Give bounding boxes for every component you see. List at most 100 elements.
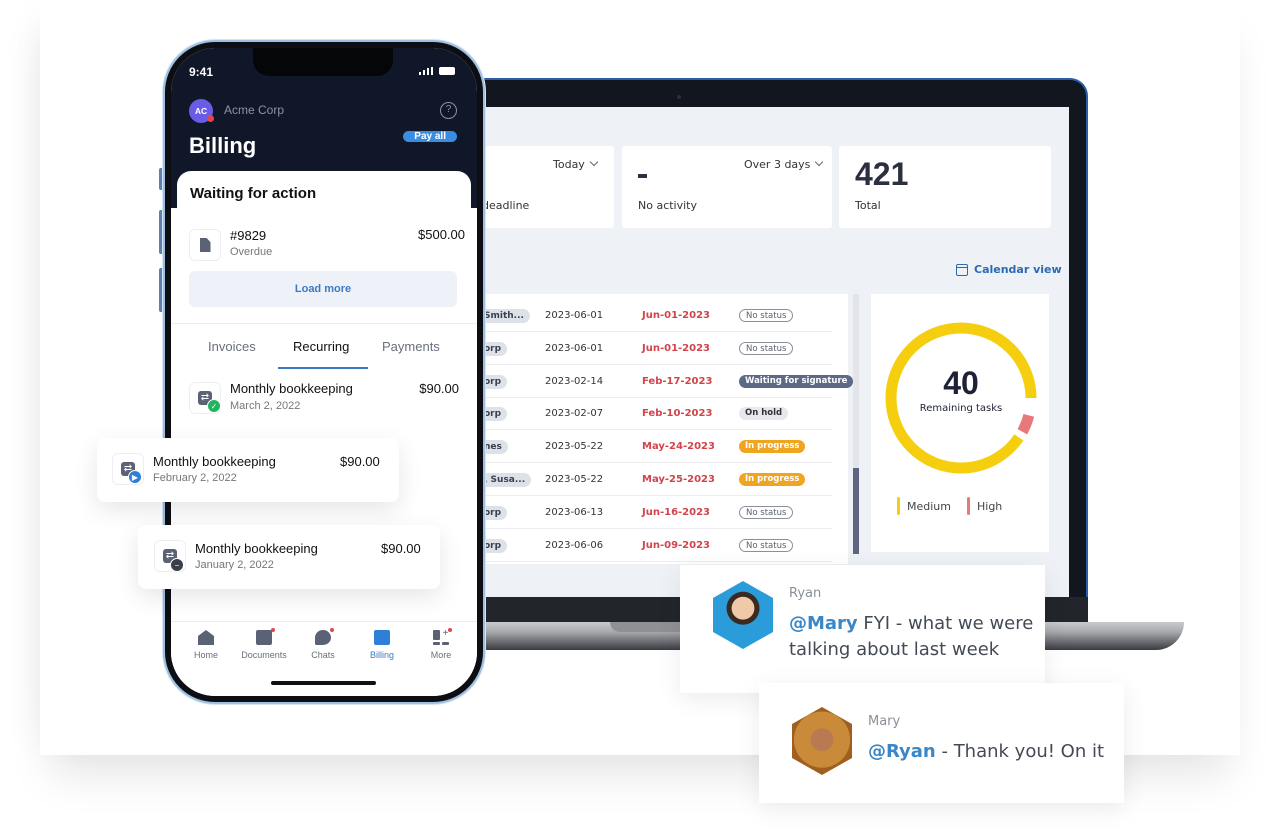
page-title: Billing [189, 133, 257, 158]
calendar-view-button[interactable]: Calendar view [956, 263, 1062, 276]
calendar-icon [956, 263, 968, 276]
laptop-camera [677, 95, 681, 99]
mention[interactable]: @Mary [789, 613, 858, 634]
table-row[interactable]: orp 2023-06-13 Jun-16-2023 No status [480, 496, 832, 529]
remaining-tasks-label: Remaining tasks [919, 403, 1003, 414]
recurring-date: March 2, 2022 [230, 400, 301, 412]
nav-documents[interactable]: Documents [234, 628, 294, 660]
chevron-down-icon [589, 157, 599, 167]
invoice-number[interactable]: #9829 [230, 228, 266, 243]
waiting-for-action-card: Waiting for action #9829 Overdue $500.00… [177, 171, 471, 331]
legend-swatch [897, 497, 900, 515]
status-badge: No status [739, 309, 794, 322]
mary-avatar [792, 707, 852, 775]
phone-notch [253, 48, 393, 76]
battery-icon [439, 67, 455, 75]
invoice-amount: $500.00 [418, 227, 465, 242]
recurring-amount: $90.00 [381, 541, 421, 556]
tab-recurring[interactable]: Recurring [293, 339, 349, 354]
nav-more[interactable]: + More [411, 628, 471, 660]
stat-label: Total [855, 199, 881, 212]
notification-dot [448, 628, 452, 632]
table-row[interactable]: orp 2023-06-01 Jun-01-2023 No status [480, 332, 832, 365]
created-date: 2023-02-14 [545, 375, 604, 387]
section-title: Waiting for action [190, 185, 317, 202]
marketing-composite: Today deadline Over 3 days No activity 4… [0, 0, 1280, 834]
due-date: Jun-01-2023 [642, 342, 711, 354]
signal-icon [418, 67, 433, 75]
play-badge-icon: ▶ [128, 470, 142, 484]
table-scrollbar-thumb[interactable] [853, 468, 859, 554]
due-date: May-25-2023 [642, 474, 715, 485]
billing-tabs: Invoices Recurring Payments [171, 323, 477, 369]
phone-screen: 9:41 AC Acme Corp ? Billing Pay all Wait… [171, 48, 477, 696]
legend-swatch [967, 497, 970, 515]
tab-invoices[interactable]: Invoices [208, 339, 256, 354]
due-date: May-24-2023 [642, 441, 715, 453]
pay-all-button[interactable]: Pay all [403, 131, 457, 142]
legend-high: High [967, 497, 1002, 515]
table-row[interactable]: orp 2023-02-07 Feb-10-2023 On hold [480, 397, 832, 431]
recurring-item-floating[interactable]: ⇄ ▶ Monthly bookkeeping February 2, 2022… [97, 438, 399, 502]
stat-card-deadline: Today deadline [480, 146, 614, 228]
created-date: 2023-06-01 [545, 342, 604, 354]
notification-dot [330, 628, 334, 632]
home-indicator [271, 681, 376, 685]
load-more-button[interactable]: Load more [189, 271, 457, 307]
recurring-title: Monthly bookkeeping [195, 541, 318, 556]
due-date: Feb-10-2023 [642, 408, 713, 420]
stat-label: deadline [482, 199, 530, 212]
minus-badge-icon: − [170, 558, 184, 572]
recurring-date: January 2, 2022 [195, 559, 274, 571]
notification-dot [207, 115, 214, 122]
due-date: Jun-09-2023 [642, 539, 711, 551]
client-chip: , Susa... [480, 473, 532, 487]
chat-text: @Ryan - Thank you! On it [868, 741, 1105, 762]
status-badge: No status [739, 505, 794, 519]
table-row[interactable]: orp 2023-06-06 Jun-09-2023 No status [480, 529, 832, 562]
status-badge: On hold [739, 407, 789, 421]
created-date: 2023-06-06 [545, 539, 604, 551]
due-date: Feb-17-2023 [642, 375, 713, 387]
tab-payments[interactable]: Payments [382, 339, 440, 354]
status-badge: No status [739, 538, 794, 552]
created-date: 2023-02-07 [545, 408, 604, 420]
status-badge: In progress [739, 473, 806, 486]
recurring-item-floating[interactable]: ⇄ − Monthly bookkeeping January 2, 2022 … [138, 525, 440, 589]
created-date: 2023-05-22 [545, 441, 604, 453]
table-row[interactable]: nes 2023-05-22 May-24-2023 In progress [480, 430, 832, 464]
nav-home[interactable]: Home [176, 630, 236, 660]
status-badge: In progress [739, 440, 806, 454]
nav-billing[interactable]: Billing [352, 630, 412, 660]
folder-icon [256, 628, 275, 645]
stat-value-dash [638, 174, 647, 178]
tasks-table: Smith... 2023-06-01 Jun-01-2023 No status or… [480, 294, 854, 564]
created-date: 2023-06-01 [545, 310, 604, 321]
wallet-icon [374, 630, 390, 645]
home-icon [198, 630, 214, 645]
stat-card-no-activity: Over 3 days No activity [622, 146, 832, 228]
table-row[interactable]: Smith... 2023-06-01 Jun-01-2023 No status [480, 299, 832, 332]
stat-label: No activity [638, 199, 698, 212]
nav-chats[interactable]: Chats [293, 628, 353, 660]
recurring-title: Monthly bookkeeping [153, 454, 276, 469]
status-badge: Waiting for signature [739, 374, 854, 388]
stat-card-total: 421 Total [839, 146, 1051, 228]
mention[interactable]: @Ryan [868, 741, 936, 762]
recurring-item[interactable]: ⇄ ✓ Monthly bookkeeping March 2, 2022 $9… [171, 370, 477, 430]
status-icons [418, 67, 455, 75]
period-dropdown[interactable]: Over 3 days [744, 157, 824, 171]
ryan-avatar [713, 581, 773, 649]
invoice-icon-box [189, 229, 221, 261]
stat-value: 421 [855, 156, 909, 192]
chat-message-ryan: Ryan @Mary FYI - what we were talking ab… [680, 565, 1045, 693]
help-icon[interactable]: ? [440, 102, 457, 119]
table-row[interactable]: , Susa... 2023-05-22 May-25-2023 In progres… [480, 463, 832, 496]
created-date: 2023-06-13 [545, 506, 604, 518]
table-row[interactable]: orp 2023-02-14 Feb-17-2023 Waiting for sign… [480, 365, 854, 398]
chat-icon [315, 628, 334, 645]
recurring-amount: $90.00 [340, 454, 380, 469]
period-dropdown[interactable]: Today [553, 157, 599, 171]
invoice-status: Overdue [230, 246, 273, 258]
org-name[interactable]: Acme Corp [224, 103, 284, 117]
